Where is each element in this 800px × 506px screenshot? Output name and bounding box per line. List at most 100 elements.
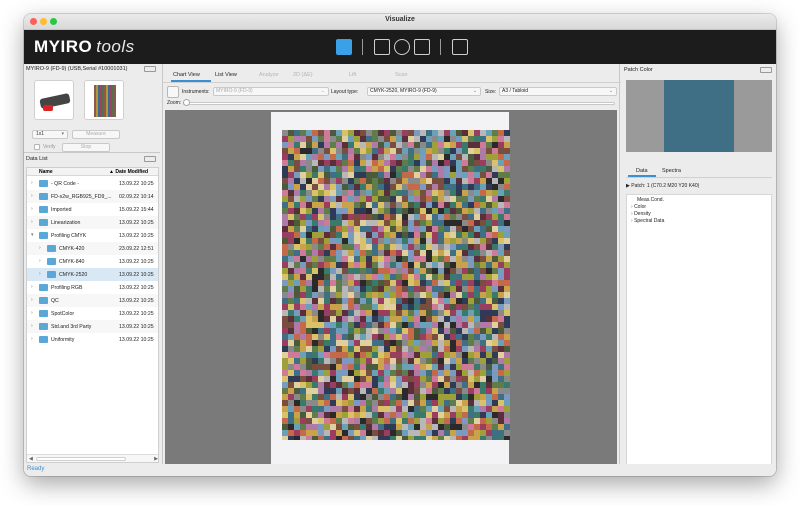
color-patch[interactable] <box>378 352 384 358</box>
stop-button[interactable]: Stop <box>62 143 110 152</box>
color-patch[interactable] <box>306 340 312 346</box>
color-patch[interactable] <box>282 148 288 154</box>
color-patch[interactable] <box>402 340 408 346</box>
color-patch[interactable] <box>420 298 426 304</box>
color-patch[interactable] <box>372 178 378 184</box>
color-patch[interactable] <box>282 160 288 166</box>
color-patch[interactable] <box>450 214 456 220</box>
color-patch[interactable] <box>486 160 492 166</box>
color-patch[interactable] <box>420 172 426 178</box>
color-patch[interactable] <box>294 274 300 280</box>
color-patch[interactable] <box>336 382 342 388</box>
color-patch[interactable] <box>438 208 444 214</box>
color-patch[interactable] <box>498 328 504 334</box>
color-patch[interactable] <box>504 220 510 226</box>
color-patch[interactable] <box>288 208 294 214</box>
color-patch[interactable] <box>420 238 426 244</box>
color-patch[interactable] <box>342 334 348 340</box>
color-patch[interactable] <box>342 316 348 322</box>
color-patch[interactable] <box>342 358 348 364</box>
color-patch[interactable] <box>420 196 426 202</box>
color-patch[interactable] <box>444 232 450 238</box>
color-patch[interactable] <box>318 430 324 436</box>
color-patch[interactable] <box>438 412 444 418</box>
color-patch[interactable] <box>288 154 294 160</box>
color-patch[interactable] <box>288 406 294 412</box>
color-patch[interactable] <box>330 352 336 358</box>
color-patch[interactable] <box>294 136 300 142</box>
color-patch[interactable] <box>402 232 408 238</box>
color-patch[interactable] <box>444 268 450 274</box>
color-patch[interactable] <box>504 184 510 190</box>
color-patch[interactable] <box>372 280 378 286</box>
color-patch[interactable] <box>444 304 450 310</box>
color-patch[interactable] <box>468 406 474 412</box>
color-patch[interactable] <box>498 142 504 148</box>
color-patch[interactable] <box>378 226 384 232</box>
color-patch[interactable] <box>312 256 318 262</box>
color-patch[interactable] <box>360 274 366 280</box>
color-patch[interactable] <box>504 298 510 304</box>
color-patch[interactable] <box>414 208 420 214</box>
color-patch[interactable] <box>294 196 300 202</box>
color-patch[interactable] <box>378 262 384 268</box>
color-patch[interactable] <box>456 394 462 400</box>
color-patch[interactable] <box>402 430 408 436</box>
color-patch[interactable] <box>300 340 306 346</box>
color-patch[interactable] <box>306 160 312 166</box>
color-patch[interactable] <box>384 250 390 256</box>
color-patch[interactable] <box>378 334 384 340</box>
color-patch[interactable] <box>282 316 288 322</box>
color-patch[interactable] <box>468 316 474 322</box>
color-patch[interactable] <box>360 352 366 358</box>
color-patch[interactable] <box>408 370 414 376</box>
color-patch[interactable] <box>468 298 474 304</box>
color-patch[interactable] <box>396 280 402 286</box>
color-patch[interactable] <box>408 262 414 268</box>
color-patch[interactable] <box>408 232 414 238</box>
color-patch[interactable] <box>402 262 408 268</box>
chart-icon[interactable] <box>374 39 390 55</box>
color-patch[interactable] <box>462 208 468 214</box>
color-patch[interactable] <box>312 304 318 310</box>
color-patch[interactable] <box>426 436 432 440</box>
color-patch[interactable] <box>462 298 468 304</box>
color-patch[interactable] <box>300 328 306 334</box>
color-patch[interactable] <box>480 418 486 424</box>
color-patch[interactable] <box>402 298 408 304</box>
color-patch[interactable] <box>438 436 444 440</box>
color-patch[interactable] <box>390 220 396 226</box>
color-patch[interactable] <box>330 226 336 232</box>
color-patch[interactable] <box>426 190 432 196</box>
color-patch[interactable] <box>450 304 456 310</box>
color-patch[interactable] <box>468 274 474 280</box>
color-patch[interactable] <box>468 154 474 160</box>
color-patch[interactable] <box>408 382 414 388</box>
color-patch[interactable] <box>288 430 294 436</box>
color-patch[interactable] <box>300 424 306 430</box>
color-patch[interactable] <box>462 328 468 334</box>
color-patch[interactable] <box>324 160 330 166</box>
color-patch[interactable] <box>354 424 360 430</box>
color-patch[interactable] <box>474 406 480 412</box>
color-patch[interactable] <box>390 430 396 436</box>
color-patch[interactable] <box>282 346 288 352</box>
color-patch[interactable] <box>492 280 498 286</box>
color-patch[interactable] <box>282 190 288 196</box>
color-patch[interactable] <box>378 316 384 322</box>
color-patch[interactable] <box>378 166 384 172</box>
color-patch[interactable] <box>378 430 384 436</box>
color-patch[interactable] <box>378 424 384 430</box>
color-patch[interactable] <box>420 154 426 160</box>
color-patch[interactable] <box>294 184 300 190</box>
color-patch[interactable] <box>492 412 498 418</box>
color-patch[interactable] <box>390 436 396 440</box>
color-patch[interactable] <box>456 196 462 202</box>
color-patch[interactable] <box>342 292 348 298</box>
color-patch[interactable] <box>438 148 444 154</box>
color-patch[interactable] <box>366 238 372 244</box>
color-patch[interactable] <box>384 340 390 346</box>
color-patch[interactable] <box>342 238 348 244</box>
color-patch[interactable] <box>318 160 324 166</box>
color-patch[interactable] <box>348 232 354 238</box>
